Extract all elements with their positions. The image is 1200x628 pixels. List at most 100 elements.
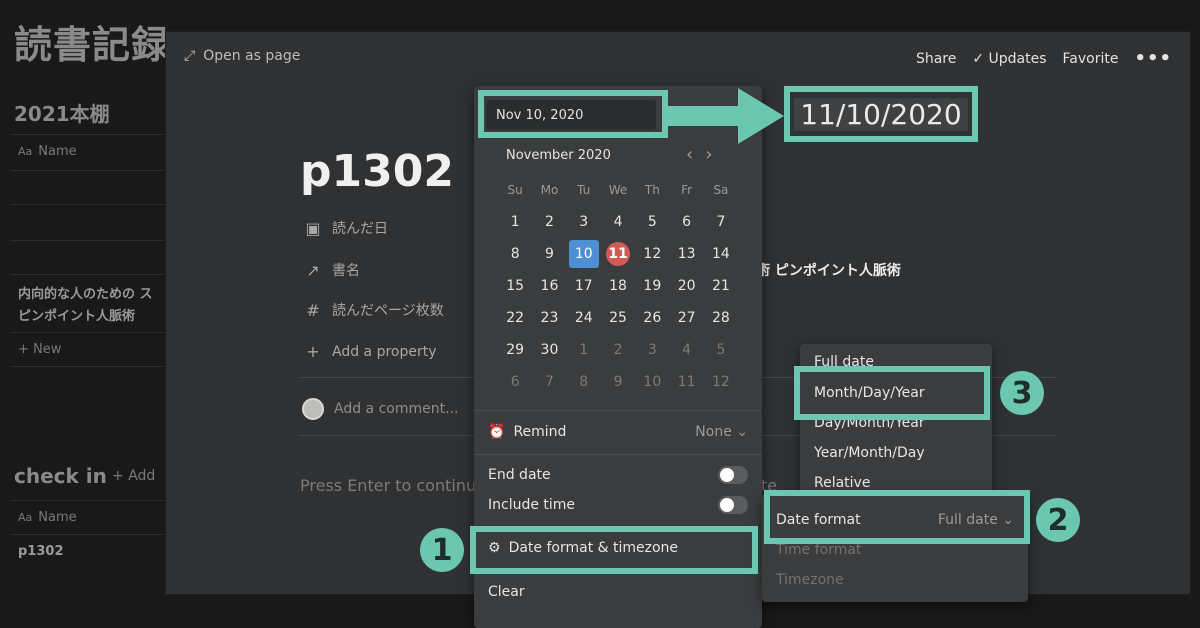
- highlight-date-format: [764, 490, 1030, 544]
- calendar-day[interactable]: 1: [498, 206, 532, 238]
- calendar-day[interactable]: 6: [669, 206, 703, 238]
- format-option-relative[interactable]: Relative: [814, 475, 870, 491]
- avatar: [302, 398, 324, 420]
- calendar-day[interactable]: 17: [567, 270, 601, 302]
- calendar-day[interactable]: 13: [669, 238, 703, 270]
- calendar-day[interactable]: 10: [568, 240, 599, 268]
- weekday-label: Sa: [713, 183, 729, 197]
- table-divider: [10, 204, 165, 205]
- new-row-button[interactable]: + New: [18, 342, 61, 357]
- table-divider: [10, 274, 165, 275]
- calendar-day[interactable]: 9: [532, 238, 566, 270]
- remind-select[interactable]: None ⌄: [695, 424, 748, 440]
- open-as-page-button[interactable]: ⤢ Open as page: [184, 48, 300, 64]
- end-date-row[interactable]: End date: [488, 466, 748, 484]
- highlight-date-input: [478, 90, 668, 138]
- format-option-year-month-day[interactable]: Year/Month/Day: [814, 445, 925, 461]
- share-button[interactable]: Share: [916, 51, 956, 67]
- calendar-day[interactable]: 8: [567, 366, 601, 398]
- body-placeholder[interactable]: Press Enter to continue: [300, 476, 486, 495]
- calendar-day[interactable]: 7: [704, 206, 738, 238]
- more-options-icon[interactable]: •••: [1134, 48, 1172, 69]
- calendar-day[interactable]: 5: [704, 334, 738, 366]
- calendar-day[interactable]: 4: [601, 206, 635, 238]
- property-page-count[interactable]: # 読んだページ枚数: [304, 300, 443, 320]
- calendar-day[interactable]: 3: [567, 206, 601, 238]
- time-format-row[interactable]: Time format: [776, 542, 1014, 558]
- expand-icon: ⤢: [184, 48, 196, 64]
- highlight-date-format-timezone: [470, 526, 758, 574]
- calendar-day[interactable]: 2: [601, 334, 635, 366]
- step-1-badge: 1: [420, 528, 464, 572]
- page-title[interactable]: p1302: [300, 146, 454, 197]
- column-header-name: Aa Name: [18, 144, 77, 159]
- calendar-day[interactable]: 25: [601, 302, 635, 334]
- section-heading-2021: 2021本棚: [14, 102, 110, 126]
- end-date-toggle[interactable]: [718, 466, 748, 484]
- calendar-day[interactable]: 11: [601, 238, 635, 270]
- calendar-day[interactable]: 8: [498, 238, 532, 270]
- calendar-day[interactable]: 20: [669, 270, 703, 302]
- calendar-day[interactable]: 6: [498, 366, 532, 398]
- calendar-day[interactable]: 14: [704, 238, 738, 270]
- table-divider: [10, 534, 165, 535]
- calendar-day[interactable]: 11: [669, 366, 703, 398]
- calendar-day[interactable]: 18: [601, 270, 635, 302]
- include-time-row[interactable]: Include time: [488, 496, 748, 514]
- month-label: November 2020: [506, 148, 611, 163]
- table-row[interactable]: p1302: [18, 544, 64, 559]
- section-heading-checkin: check in: [14, 464, 107, 488]
- plus-icon: +: [306, 342, 320, 361]
- arrow-up-right-icon: ↗: [306, 260, 320, 280]
- modal-header: ⤢ Open as page Share ✓ Updates Favorite …: [166, 32, 1190, 80]
- include-time-toggle[interactable]: [718, 496, 748, 514]
- arrow-annotation: [666, 88, 784, 144]
- property-book-title[interactable]: ↗ 書名: [304, 260, 360, 280]
- hash-icon: #: [306, 300, 320, 320]
- calendar-day[interactable]: 29: [498, 334, 532, 366]
- calendar-day[interactable]: 7: [532, 366, 566, 398]
- alarm-clock-icon: ⏰: [488, 424, 506, 440]
- calendar-day[interactable]: 19: [635, 270, 669, 302]
- calendar-day[interactable]: 12: [704, 366, 738, 398]
- table-divider: [10, 240, 165, 241]
- calendar-day[interactable]: 2: [532, 206, 566, 238]
- calendar-day[interactable]: 16: [532, 270, 566, 302]
- weekday-label: Fr: [681, 183, 693, 197]
- add-comment[interactable]: Add a comment...: [302, 398, 458, 420]
- step-3-badge: 3: [1000, 371, 1044, 415]
- calendar-day[interactable]: 1: [567, 334, 601, 366]
- divider: [474, 454, 762, 455]
- calendar-day[interactable]: 10: [635, 366, 669, 398]
- calendar-day[interactable]: 12: [635, 238, 669, 270]
- modal-actions: Share ✓ Updates Favorite •••: [916, 48, 1172, 69]
- add-view-button[interactable]: + Add: [112, 468, 155, 484]
- calendar-day[interactable]: 22: [498, 302, 532, 334]
- calendar-day[interactable]: 27: [669, 302, 703, 334]
- property-book-title-value[interactable]: 術 ピンポイント人脈術: [756, 260, 901, 280]
- chevron-down-icon: ⌄: [736, 424, 748, 440]
- calendar-day[interactable]: 3: [635, 334, 669, 366]
- property-read-date[interactable]: ▣ 読んだ日: [304, 218, 388, 238]
- calendar-day[interactable]: 9: [601, 366, 635, 398]
- timezone-row[interactable]: Timezone: [776, 572, 1014, 588]
- calendar-day[interactable]: 30: [532, 334, 566, 366]
- updates-button[interactable]: ✓ Updates: [972, 51, 1046, 67]
- favorite-button[interactable]: Favorite: [1063, 51, 1119, 67]
- table-divider: [10, 366, 165, 367]
- calendar-day[interactable]: 5: [635, 206, 669, 238]
- calendar-day[interactable]: 15: [498, 270, 532, 302]
- calendar-day[interactable]: 26: [635, 302, 669, 334]
- table-row[interactable]: 内向的な人のための ス ピンポイント人脈術: [18, 284, 153, 328]
- add-property-button[interactable]: + Add a property: [304, 342, 436, 361]
- table-divider: [10, 134, 165, 135]
- calendar-day[interactable]: 21: [704, 270, 738, 302]
- weekday-label: We: [608, 183, 628, 197]
- calendar-day[interactable]: 23: [532, 302, 566, 334]
- calendar-day[interactable]: 4: [669, 334, 703, 366]
- remind-row[interactable]: ⏰ Remind None ⌄: [488, 424, 748, 440]
- calendar-day[interactable]: 24: [567, 302, 601, 334]
- clear-button[interactable]: Clear: [488, 584, 748, 600]
- calendar-day[interactable]: 28: [704, 302, 738, 334]
- table-divider: [10, 332, 165, 333]
